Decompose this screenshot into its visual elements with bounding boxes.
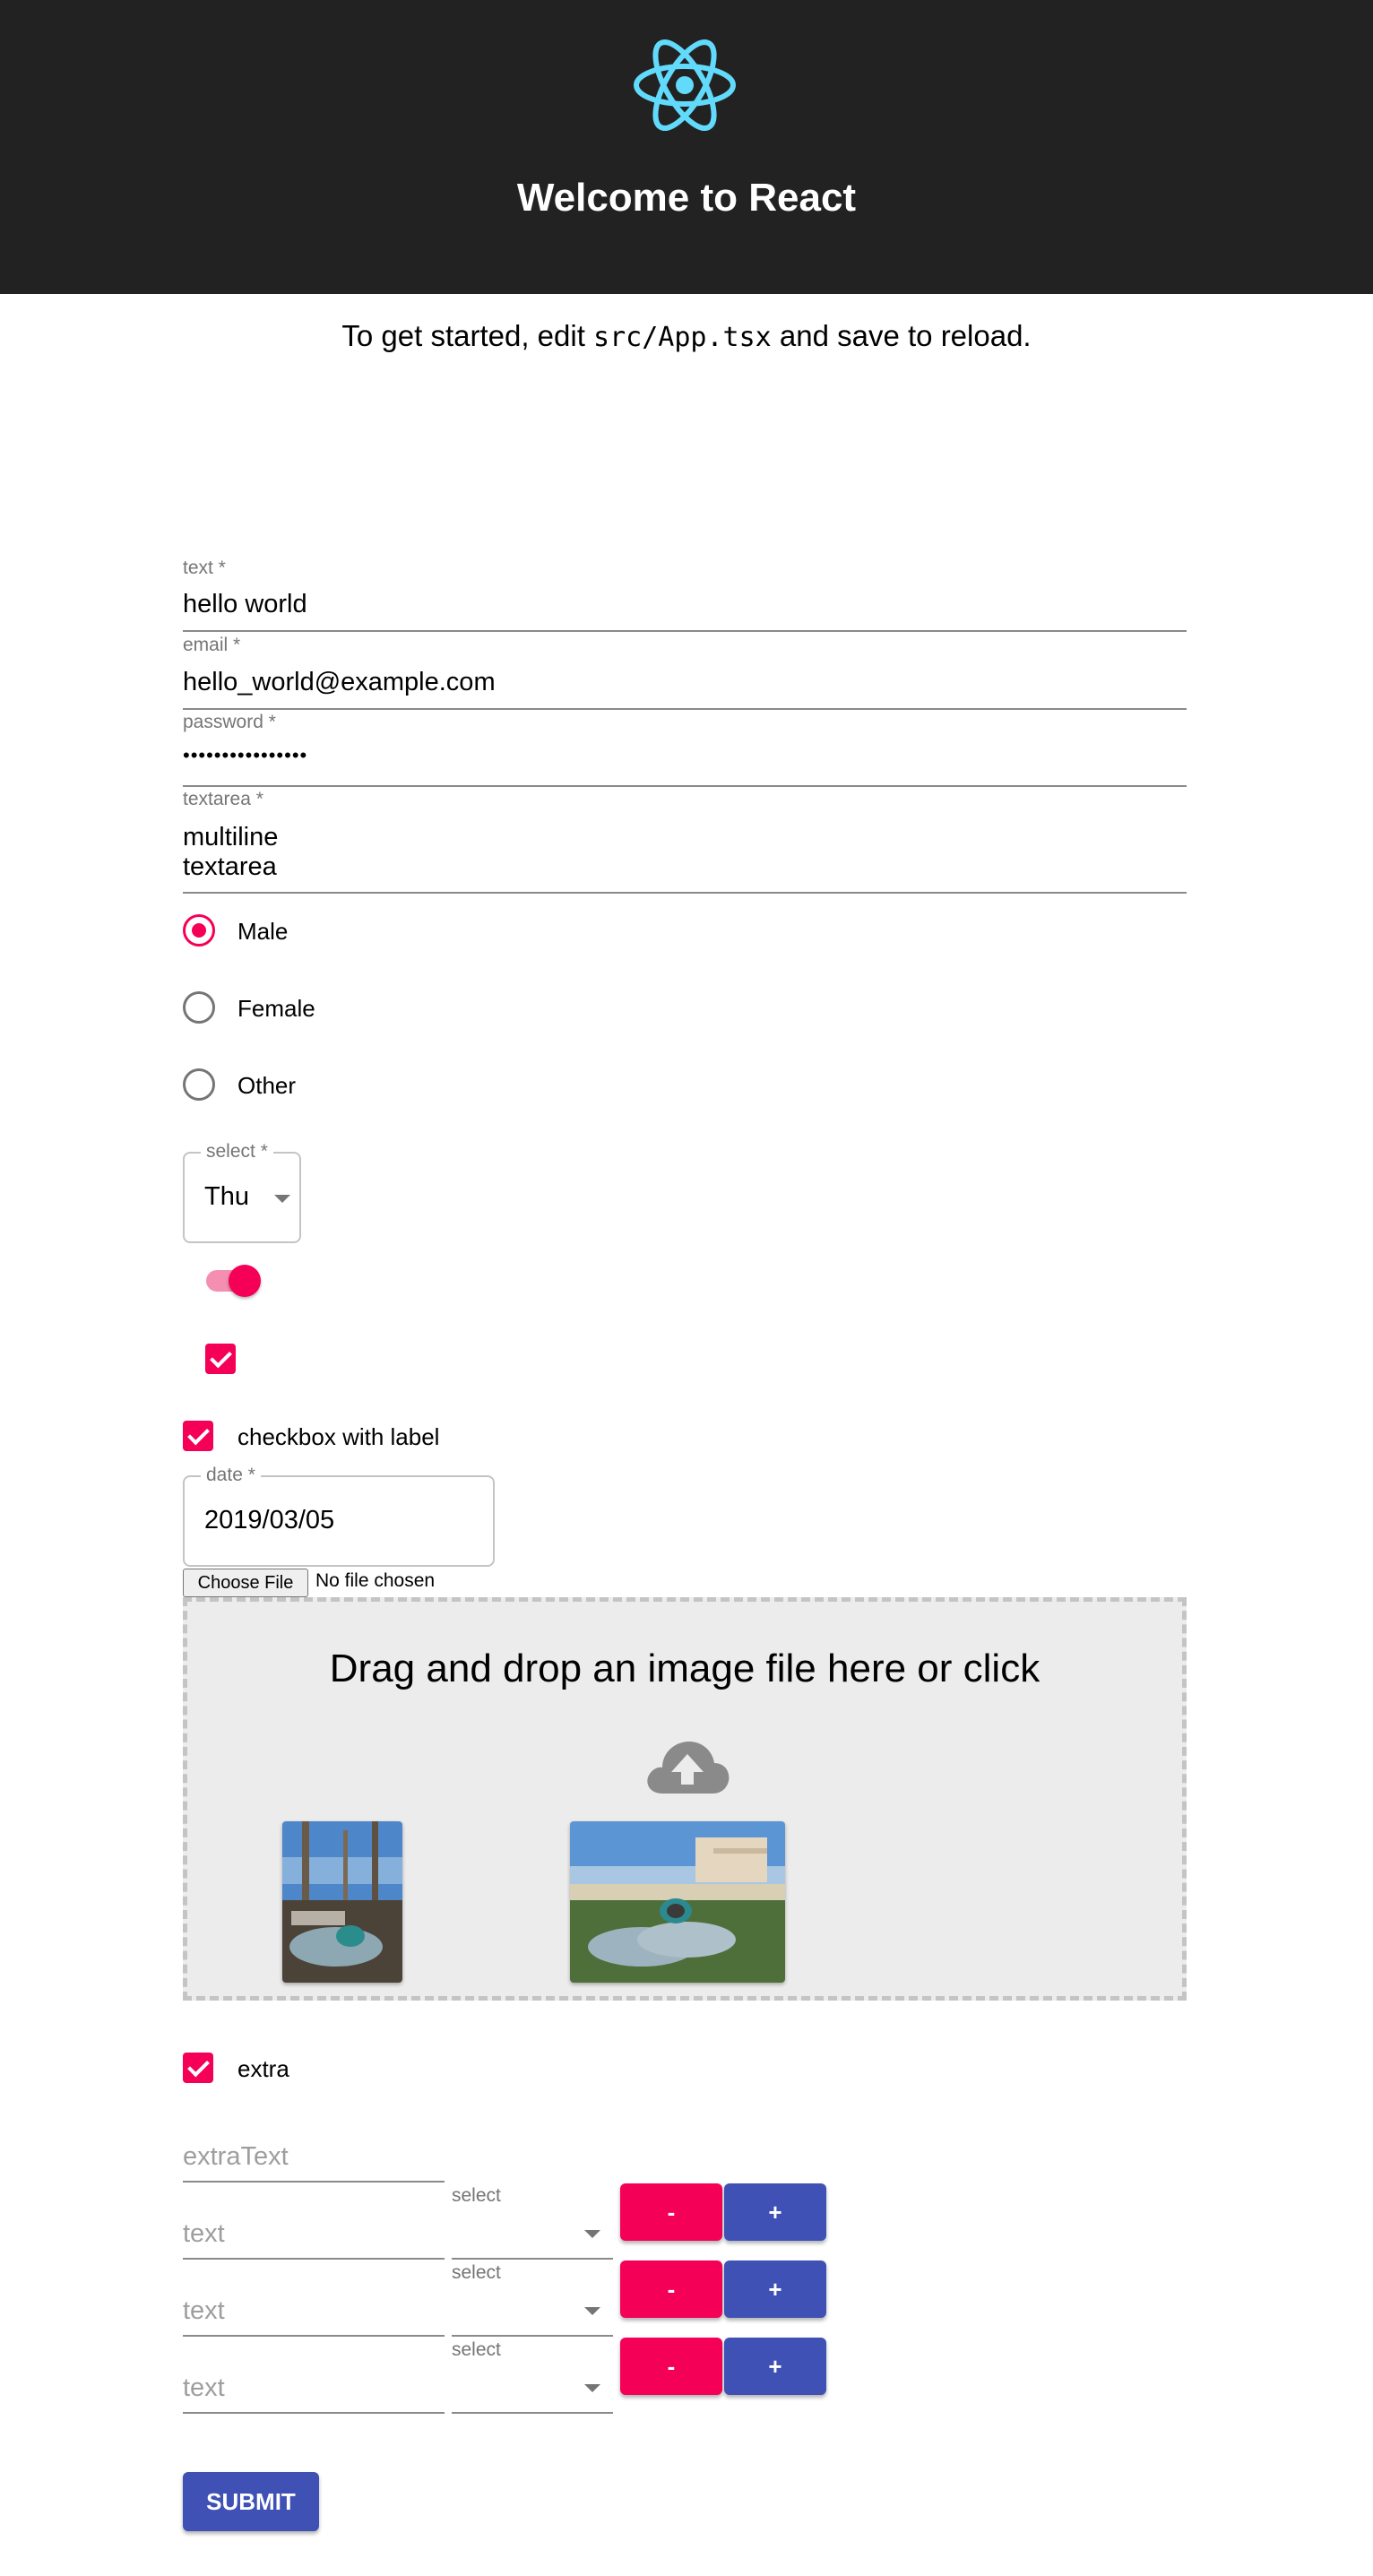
email-field-underline bbox=[183, 708, 1187, 710]
row-text-input[interactable]: text bbox=[183, 2373, 225, 2403]
day-select[interactable]: select * Thu bbox=[183, 1141, 301, 1243]
date-field-label: date * bbox=[201, 1465, 261, 1486]
checkbox[interactable] bbox=[205, 1344, 236, 1374]
radio-male-label: Male bbox=[237, 918, 289, 945]
email-field-label: email * bbox=[183, 635, 241, 655]
text-field[interactable]: hello world bbox=[183, 590, 307, 619]
radio-male[interactable] bbox=[183, 914, 215, 947]
date-field[interactable]: date * 2019/03/05 bbox=[183, 1465, 495, 1567]
add-row-button[interactable]: + bbox=[724, 2183, 826, 2241]
add-row-button[interactable]: + bbox=[724, 2338, 826, 2395]
select-label: select * bbox=[201, 1141, 273, 1163]
image-dropzone[interactable]: Drag and drop an image file here or clic… bbox=[183, 1597, 1187, 2001]
file-status: No file chosen bbox=[315, 1570, 436, 1591]
radio-female[interactable] bbox=[183, 991, 215, 1024]
submit-button[interactable]: SUBMIT bbox=[183, 2472, 319, 2531]
text-field-label: text * bbox=[183, 558, 226, 578]
remove-row-button[interactable]: - bbox=[620, 2260, 722, 2318]
row-select-label: select bbox=[452, 2262, 501, 2283]
password-field[interactable]: •••••••••••••••• bbox=[183, 744, 307, 767]
chevron-down-icon bbox=[584, 2384, 600, 2392]
chevron-down-icon bbox=[584, 2307, 600, 2315]
react-logo-icon bbox=[634, 39, 736, 131]
checkbox-with-label-text: checkbox with label bbox=[237, 1423, 440, 1450]
row-text-underline bbox=[183, 2412, 445, 2414]
chevron-down-icon bbox=[274, 1195, 290, 1203]
text-field-underline bbox=[183, 630, 1187, 632]
remove-row-button[interactable]: - bbox=[620, 2183, 722, 2241]
extra-checkbox-label: extra bbox=[237, 2055, 289, 2082]
uploaded-image-thumbnail bbox=[282, 1821, 402, 1983]
row-select[interactable] bbox=[452, 2335, 613, 2337]
textarea-line-1[interactable]: multiline bbox=[183, 823, 278, 852]
textarea-field-underline bbox=[183, 892, 1187, 894]
password-field-underline bbox=[183, 785, 1187, 787]
row-text-input[interactable]: text bbox=[183, 2219, 225, 2249]
radio-other[interactable] bbox=[183, 1068, 215, 1101]
radio-female-label: Female bbox=[237, 995, 315, 1022]
remove-row-button[interactable]: - bbox=[620, 2338, 722, 2395]
choose-file-button[interactable]: Choose File bbox=[183, 1569, 308, 1597]
app-header: Welcome to React bbox=[0, 0, 1373, 294]
uploaded-image-thumbnail bbox=[570, 1821, 785, 1983]
radio-other-label: Other bbox=[237, 1072, 297, 1099]
row-text-underline bbox=[183, 2335, 445, 2337]
date-value: 2019/03/05 bbox=[204, 1506, 335, 1534]
row-text-input[interactable]: text bbox=[183, 2296, 225, 2326]
intro-text: To get started, edit src/App.tsx and sav… bbox=[341, 319, 1032, 353]
extra-text-input[interactable]: extraText bbox=[183, 2142, 289, 2172]
chevron-down-icon bbox=[584, 2230, 600, 2238]
row-select[interactable] bbox=[452, 2412, 613, 2414]
row-text-underline bbox=[183, 2258, 445, 2260]
textarea-field-label: textarea * bbox=[183, 789, 263, 809]
checkbox-with-label[interactable] bbox=[183, 1421, 213, 1451]
intro-code: src/App.tsx bbox=[593, 322, 772, 353]
email-field[interactable]: hello_world@example.com bbox=[183, 668, 496, 697]
row-select-label: select bbox=[452, 2339, 501, 2360]
row-select[interactable] bbox=[452, 2258, 613, 2260]
password-field-label: password * bbox=[183, 712, 276, 732]
toggle-switch-thumb[interactable] bbox=[229, 1265, 261, 1297]
page-title: Welcome to React bbox=[516, 176, 857, 220]
textarea-line-2[interactable]: textarea bbox=[183, 852, 277, 882]
cloud-upload-icon bbox=[647, 1742, 730, 1794]
dropzone-text: Drag and drop an image file here or clic… bbox=[329, 1647, 1041, 1690]
select-value: Thu bbox=[204, 1182, 249, 1211]
row-select-label: select bbox=[452, 2185, 501, 2206]
extra-text-underline bbox=[183, 2181, 445, 2183]
extra-checkbox[interactable] bbox=[183, 2053, 213, 2083]
add-row-button[interactable]: + bbox=[724, 2260, 826, 2318]
